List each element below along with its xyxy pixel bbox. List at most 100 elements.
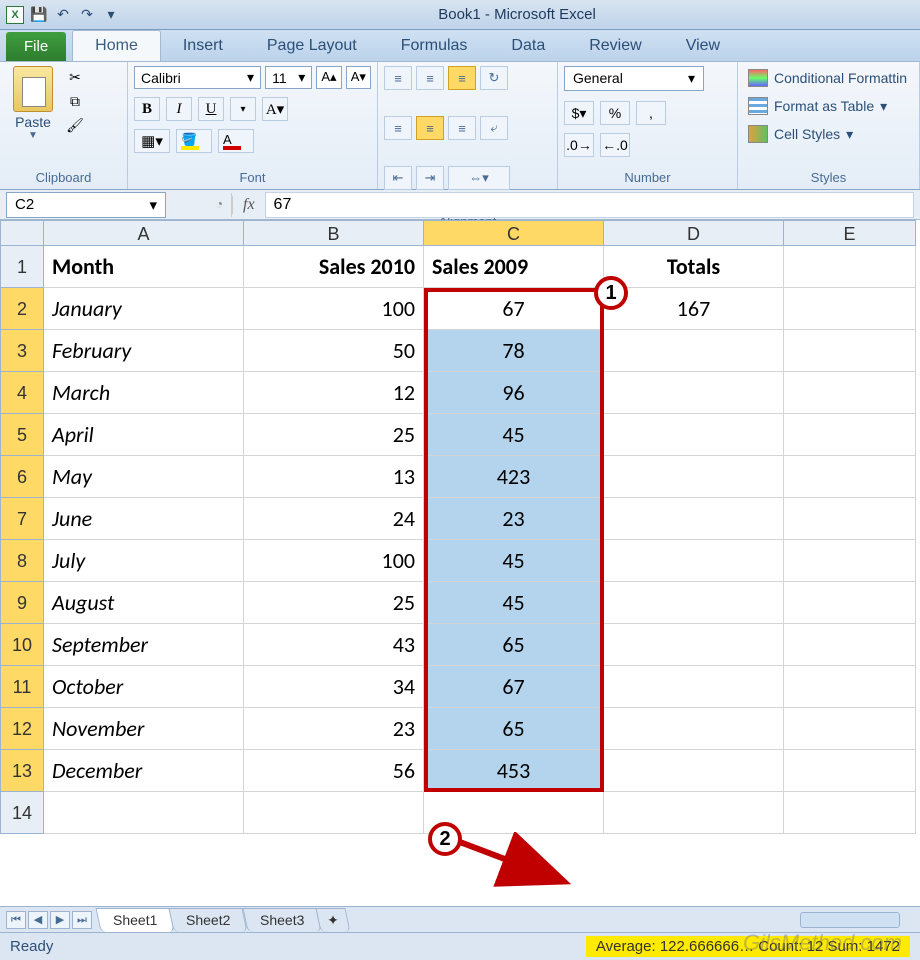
column-header-c[interactable]: C [424,220,604,246]
cell[interactable]: February [44,330,244,372]
tab-page-layout[interactable]: Page Layout [245,31,379,61]
cell[interactable]: 100 [244,540,424,582]
cell[interactable] [604,456,784,498]
font-effects-button[interactable]: A▾ [262,97,288,121]
cell[interactable] [604,750,784,792]
row-header[interactable]: 10 [0,624,44,666]
cell[interactable]: June [44,498,244,540]
align-middle-button[interactable]: ≡ [416,66,444,90]
column-header-e[interactable]: E [784,220,916,246]
tab-view[interactable]: View [664,31,742,61]
cell[interactable]: Sales 2009 [424,246,604,288]
align-bottom-button[interactable]: ≡ [448,66,476,90]
name-box[interactable]: C2▾ [6,192,166,218]
underline-button[interactable]: U [198,97,224,121]
column-header-d[interactable]: D [604,220,784,246]
align-top-button[interactable]: ≡ [384,66,412,90]
cell[interactable]: 67 [424,288,604,330]
cell[interactable] [784,708,916,750]
cell[interactable] [244,792,424,834]
cell[interactable] [784,498,916,540]
row-header[interactable]: 14 [0,792,44,834]
paste-dropdown-icon[interactable]: ▼ [28,130,38,141]
cell[interactable]: December [44,750,244,792]
cell[interactable]: 34 [244,666,424,708]
italic-button[interactable]: I [166,97,192,121]
merge-button[interactable]: ⇔▾ [448,166,510,190]
horizontal-scrollbar[interactable] [800,912,900,928]
cell[interactable]: May [44,456,244,498]
align-right-button[interactable]: ≡ [448,116,476,140]
cell[interactable] [784,750,916,792]
formula-input[interactable]: 67 [265,192,914,218]
row-header[interactable]: 11 [0,666,44,708]
cell[interactable]: Month [44,246,244,288]
percent-button[interactable]: % [600,101,630,125]
cut-icon[interactable]: ✂ [64,68,86,86]
cell[interactable] [604,498,784,540]
cell-styles-button[interactable]: Cell Styles ▾ [744,122,857,146]
cell[interactable] [604,330,784,372]
conditional-formatting-button[interactable]: Conditional Formattin [744,66,911,90]
decrease-decimal-button[interactable]: ←.0 [600,133,630,157]
cell[interactable]: 167 [604,288,784,330]
grow-font-button[interactable]: A▴ [316,66,341,89]
cell[interactable]: 24 [244,498,424,540]
row-header[interactable]: 12 [0,708,44,750]
currency-button[interactable]: $▾ [564,101,594,125]
row-header[interactable]: 5 [0,414,44,456]
column-header-a[interactable]: A [44,220,244,246]
cell[interactable] [784,246,916,288]
cell[interactable]: 100 [244,288,424,330]
cell[interactable] [604,372,784,414]
sheet-tab-3[interactable]: Sheet3 [242,908,321,932]
cell[interactable] [784,456,916,498]
qat-dropdown-icon[interactable]: ▾ [102,6,120,24]
cell[interactable]: 67 [424,666,604,708]
row-header[interactable]: 2 [0,288,44,330]
cell[interactable]: July [44,540,244,582]
font-color-button[interactable]: A [218,129,254,153]
cell[interactable]: Sales 2010 [244,246,424,288]
cell[interactable] [784,666,916,708]
cell[interactable]: 12 [244,372,424,414]
cell[interactable]: 45 [424,582,604,624]
fx-button[interactable]: fx [232,196,265,214]
cell[interactable] [604,792,784,834]
undo-icon[interactable]: ↶ [54,6,72,24]
increase-decimal-button[interactable]: .0→ [564,133,594,157]
sheet-tab-2[interactable]: Sheet2 [169,908,248,932]
cell[interactable] [784,624,916,666]
underline-dropdown[interactable]: ▾ [230,97,256,121]
align-left-button[interactable]: ≡ [384,116,412,140]
cell[interactable]: 43 [244,624,424,666]
cell[interactable]: April [44,414,244,456]
cell[interactable] [784,540,916,582]
cell[interactable]: 23 [244,708,424,750]
cell[interactable] [784,288,916,330]
tab-insert[interactable]: Insert [161,31,245,61]
row-header[interactable]: 8 [0,540,44,582]
row-header[interactable]: 3 [0,330,44,372]
tab-home[interactable]: Home [72,30,161,61]
row-header[interactable]: 6 [0,456,44,498]
sheet-tab-1[interactable]: Sheet1 [95,908,174,932]
tab-review[interactable]: Review [567,31,663,61]
cell[interactable] [44,792,244,834]
bold-button[interactable]: B [134,97,160,121]
cell[interactable]: 56 [244,750,424,792]
cell[interactable] [604,624,784,666]
redo-icon[interactable]: ↷ [78,6,96,24]
sheet-nav-next[interactable]: ▶ [50,911,70,929]
copy-icon[interactable]: ⧉ [64,92,86,110]
row-header[interactable]: 4 [0,372,44,414]
cell[interactable] [784,372,916,414]
comma-button[interactable]: , [636,101,666,125]
sheet-nav-last[interactable]: ⏭ [72,911,92,929]
cell[interactable]: 65 [424,708,604,750]
row-header[interactable]: 9 [0,582,44,624]
cell[interactable]: 453 [424,750,604,792]
tab-data[interactable]: Data [489,31,567,61]
row-header[interactable]: 7 [0,498,44,540]
cell[interactable]: 23 [424,498,604,540]
